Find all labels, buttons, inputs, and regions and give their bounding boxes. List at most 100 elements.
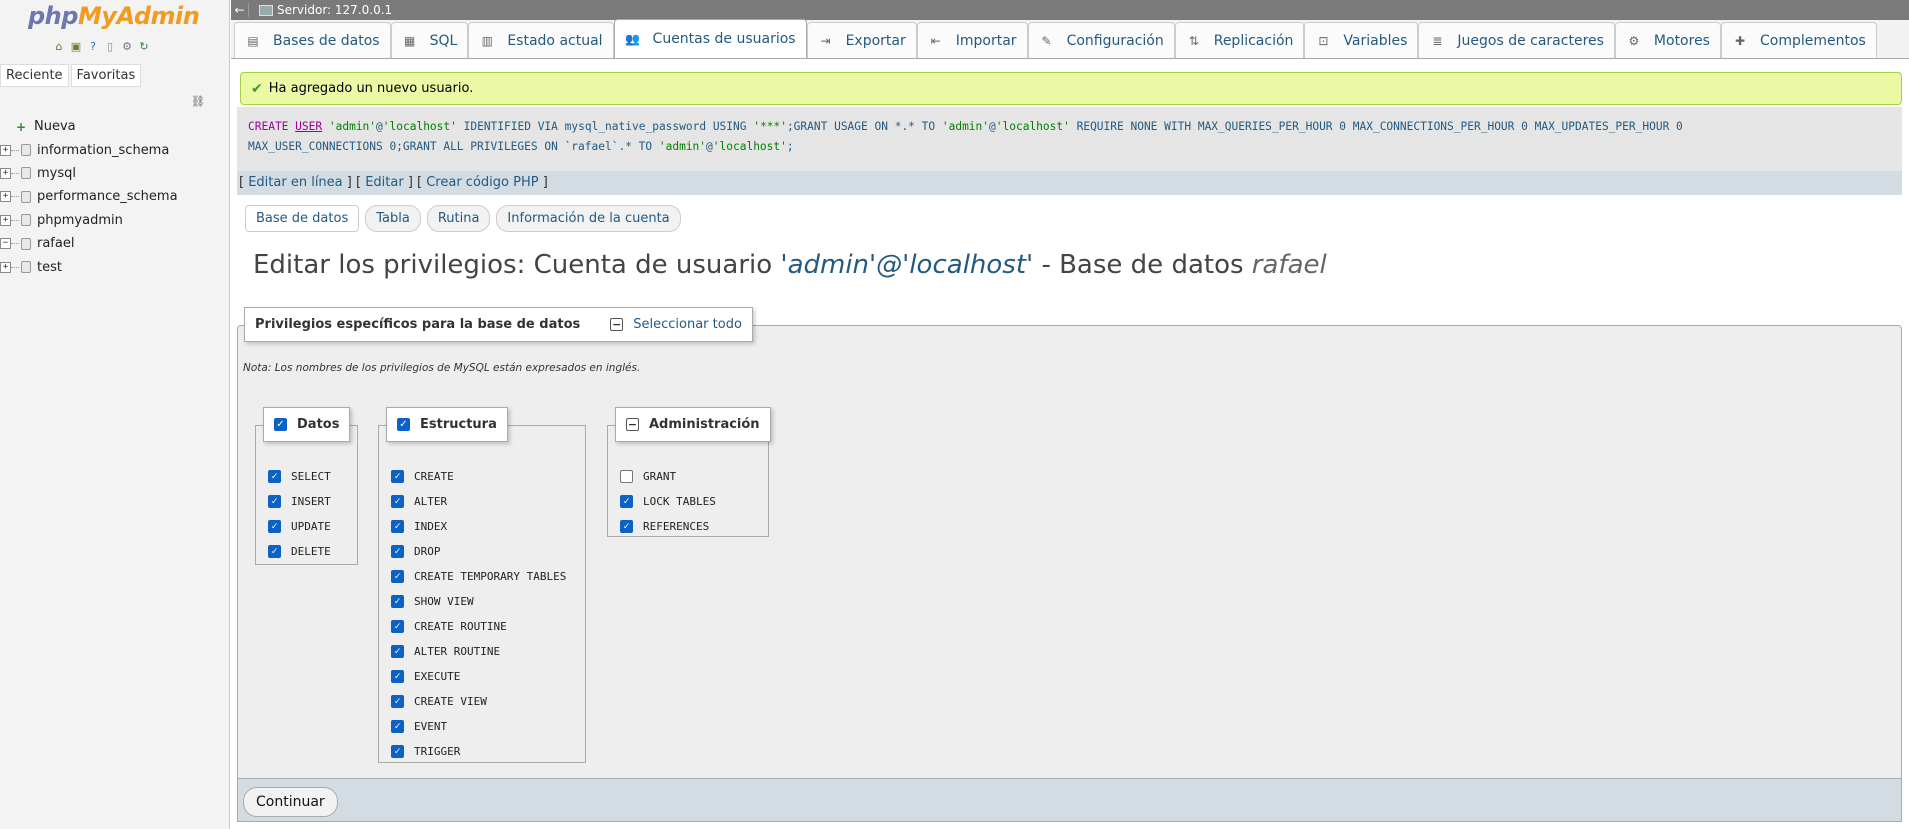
privilege-checkbox[interactable]: ✓ bbox=[391, 694, 404, 708]
subtab-account-info[interactable]: Información de la cuenta bbox=[496, 205, 681, 232]
expand-toggle-icon[interactable]: + bbox=[0, 144, 11, 156]
privilege-checkbox[interactable]: ✓ bbox=[391, 719, 404, 733]
privilege-label[interactable]: INDEX bbox=[414, 520, 447, 533]
home-icon[interactable]: ⌂ bbox=[52, 40, 66, 54]
privilege-label[interactable]: CREATE TEMPORARY TABLES bbox=[414, 570, 566, 583]
menu-tab[interactable]: ▦ SQL bbox=[390, 22, 469, 58]
group-checkbox-datos[interactable]: ✓ bbox=[274, 418, 287, 431]
continue-button[interactable]: Continuar bbox=[243, 787, 338, 817]
menu-tab[interactable]: ⊡ Variables bbox=[1304, 22, 1419, 58]
privilege-row[interactable]: ✓ TRIGGER bbox=[391, 743, 460, 759]
privilege-label[interactable]: SHOW VIEW bbox=[414, 595, 474, 608]
group-label[interactable]: Datos bbox=[297, 417, 339, 432]
privilege-label[interactable]: GRANT bbox=[643, 470, 676, 483]
privilege-row[interactable]: ✓ EXECUTE bbox=[391, 668, 460, 684]
privilege-row[interactable]: ✓ DROP bbox=[391, 543, 441, 559]
help-icon[interactable]: ? bbox=[86, 40, 100, 54]
tree-item-label[interactable]: test bbox=[37, 260, 62, 275]
privilege-row[interactable]: ✓ SHOW VIEW bbox=[391, 593, 474, 609]
docs-icon[interactable]: ▯ bbox=[103, 40, 117, 54]
tree-item[interactable]: + Nueva bbox=[0, 115, 230, 138]
privilege-checkbox[interactable]: ✓ bbox=[391, 619, 404, 633]
privilege-label[interactable]: CREATE VIEW bbox=[414, 695, 487, 708]
privilege-label[interactable]: ALTER ROUTINE bbox=[414, 645, 500, 658]
subtab-database[interactable]: Base de datos bbox=[245, 205, 360, 232]
privilege-row[interactable]: ✓ ALTER bbox=[391, 493, 447, 509]
expand-toggle-icon[interactable]: + bbox=[0, 191, 11, 203]
privilege-row[interactable]: ✓ REFERENCES bbox=[620, 518, 709, 534]
group-checkbox-administracion[interactable]: − bbox=[626, 418, 639, 431]
privilege-label[interactable]: DROP bbox=[414, 545, 441, 558]
group-checkbox-estructura[interactable]: ✓ bbox=[397, 418, 410, 431]
collapse-arrow-icon[interactable]: ← bbox=[231, 3, 249, 17]
privilege-label[interactable]: ALTER bbox=[414, 495, 447, 508]
privilege-checkbox[interactable]: ✓ bbox=[391, 569, 404, 583]
tree-item-label[interactable]: phpmyadmin bbox=[37, 213, 123, 228]
tree-item[interactable]: + phpmyadmin bbox=[0, 209, 230, 232]
tree-item-label[interactable]: information_schema bbox=[37, 143, 169, 158]
privilege-label[interactable]: EVENT bbox=[414, 720, 447, 733]
edit-inline-link[interactable]: Editar en línea bbox=[248, 175, 342, 190]
privilege-row[interactable]: ✓ SELECT bbox=[268, 468, 331, 484]
privilege-row[interactable]: ✓ CREATE ROUTINE bbox=[391, 618, 507, 634]
privilege-checkbox[interactable]: ✓ bbox=[391, 544, 404, 558]
privilege-label[interactable]: DELETE bbox=[291, 545, 331, 558]
privilege-checkbox[interactable]: ✓ bbox=[268, 494, 281, 508]
sql-user-keyword[interactable]: USER bbox=[295, 120, 322, 133]
select-all-toggle[interactable]: − Seleccionar todo bbox=[610, 317, 742, 332]
tree-item[interactable]: + information_schema bbox=[0, 138, 230, 161]
logout-icon[interactable]: ▣ bbox=[69, 40, 83, 54]
menu-tab[interactable]: ▥ Estado actual bbox=[468, 22, 614, 58]
privilege-row[interactable]: ✓ CREATE VIEW bbox=[391, 693, 487, 709]
privilege-row[interactable]: ✓ UPDATE bbox=[268, 518, 331, 534]
group-label[interactable]: Estructura bbox=[420, 417, 497, 432]
privilege-row[interactable]: ✓ DELETE bbox=[268, 543, 331, 559]
tree-item[interactable]: + mysql bbox=[0, 162, 230, 185]
privilege-checkbox[interactable]: ✓ bbox=[268, 469, 281, 483]
menu-tab[interactable]: ⇤ Importar bbox=[916, 22, 1028, 58]
select-all-label[interactable]: Seleccionar todo bbox=[633, 317, 742, 332]
privilege-checkbox[interactable]: ✓ bbox=[391, 519, 404, 533]
privilege-checkbox[interactable]: ✓ bbox=[391, 494, 404, 508]
expand-toggle-icon[interactable]: − bbox=[0, 238, 11, 250]
subtab-routine[interactable]: Rutina bbox=[426, 205, 491, 232]
phpmyadmin-logo[interactable]: phpMyAdmin bbox=[28, 2, 200, 30]
privilege-row[interactable]: ✓ INSERT bbox=[268, 493, 331, 509]
edit-link[interactable]: Editar bbox=[365, 175, 404, 190]
privilege-checkbox[interactable]: ✓ bbox=[391, 594, 404, 608]
menu-tab[interactable]: ≣ Juegos de caracteres bbox=[1418, 22, 1615, 58]
create-php-link[interactable]: Crear código PHP bbox=[426, 175, 538, 190]
menu-tab[interactable]: ⇥ Exportar bbox=[806, 22, 917, 58]
privilege-row[interactable]: ✓ INDEX bbox=[391, 518, 447, 534]
privilege-label[interactable]: REFERENCES bbox=[643, 520, 709, 533]
privilege-checkbox[interactable]: ✓ bbox=[391, 744, 404, 758]
expand-toggle-icon[interactable]: + bbox=[0, 214, 11, 226]
privilege-row[interactable]: ✓ CREATE TEMPORARY TABLES bbox=[391, 568, 566, 584]
privilege-checkbox[interactable]: ✓ bbox=[391, 669, 404, 683]
privilege-checkbox[interactable]: ✓ bbox=[620, 519, 633, 533]
menu-tab[interactable]: 👥 Cuentas de usuarios bbox=[613, 19, 807, 58]
tree-item-label[interactable]: rafael bbox=[37, 236, 74, 251]
privilege-label[interactable]: CREATE bbox=[414, 470, 454, 483]
subtab-table[interactable]: Tabla bbox=[365, 205, 421, 232]
menu-tab[interactable]: ⇅ Replicación bbox=[1174, 22, 1305, 58]
privilege-checkbox[interactable]: ✓ bbox=[391, 644, 404, 658]
privilege-row[interactable]: ✓ CREATE bbox=[391, 468, 454, 484]
group-header-datos[interactable]: ✓ Datos bbox=[263, 407, 351, 442]
group-label[interactable]: Administración bbox=[649, 417, 760, 432]
privilege-label[interactable]: SELECT bbox=[291, 470, 331, 483]
group-header-administracion[interactable]: − Administración bbox=[615, 407, 771, 442]
privilege-checkbox[interactable]: ✓ bbox=[268, 544, 281, 558]
privilege-checkbox[interactable] bbox=[620, 469, 633, 483]
menu-tab[interactable]: ✎ Configuración bbox=[1027, 22, 1175, 58]
select-all-checkbox[interactable]: − bbox=[610, 318, 624, 331]
privilege-label[interactable]: EXECUTE bbox=[414, 670, 460, 683]
privilege-row[interactable]: ✓ LOCK TABLES bbox=[620, 493, 716, 509]
recent-tab[interactable]: Reciente bbox=[0, 64, 69, 87]
privilege-label[interactable]: CREATE ROUTINE bbox=[414, 620, 507, 633]
privilege-checkbox[interactable]: ✓ bbox=[268, 519, 281, 533]
menu-tab[interactable]: ▤ Bases de datos bbox=[234, 22, 391, 58]
tree-item[interactable]: + test bbox=[0, 255, 230, 278]
privilege-label[interactable]: INSERT bbox=[291, 495, 331, 508]
tree-item-label[interactable]: mysql bbox=[37, 166, 76, 181]
